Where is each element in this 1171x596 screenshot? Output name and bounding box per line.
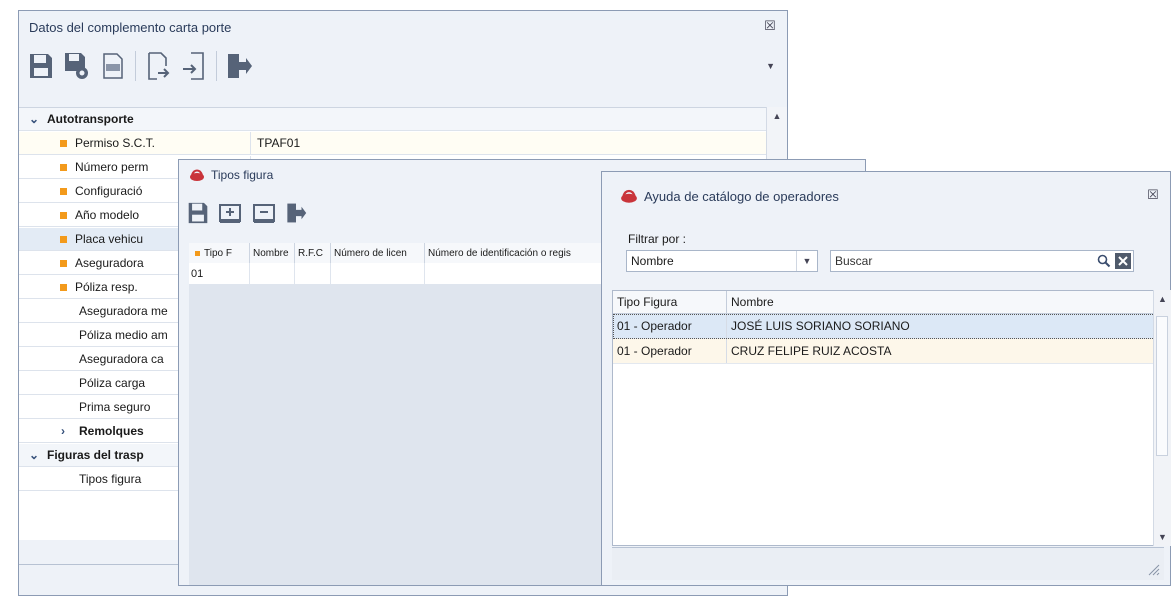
scroll-thumb[interactable] <box>1156 316 1168 456</box>
save-as-icon[interactable] <box>59 49 95 83</box>
filter-label: Filtrar por : <box>628 232 687 246</box>
column-header[interactable]: Nombre <box>250 243 295 263</box>
search-input[interactable]: Buscar <box>830 250 1134 272</box>
column-header[interactable]: Tipo F <box>189 243 250 263</box>
scroll-up-icon[interactable]: ▲ <box>767 111 787 121</box>
required-marker-icon <box>60 187 67 195</box>
filter-select[interactable]: Nombre ▼ <box>626 250 818 272</box>
required-marker-icon <box>195 250 200 256</box>
ayuda-title: Ayuda de catálogo de operadores <box>644 188 839 204</box>
exit-icon[interactable] <box>281 196 311 230</box>
chevron-down-icon[interactable]: ▼ <box>796 251 817 271</box>
operadores-scrollbar[interactable]: ▲ ▼ <box>1153 290 1171 546</box>
export-icon[interactable] <box>140 49 176 83</box>
ayuda-statusbar <box>612 547 1164 580</box>
exit-icon[interactable] <box>221 49 257 83</box>
save-icon[interactable] <box>23 49 59 83</box>
column-header[interactable]: Tipo Figura <box>613 291 727 313</box>
category-autotransporte[interactable]: ⌄ Autotransporte <box>19 108 769 131</box>
chevron-down-icon[interactable]: ⌄ <box>29 112 47 126</box>
required-marker-icon <box>60 283 67 291</box>
ayuda-titlebar: Ayuda de catálogo de operadores <box>602 172 1170 220</box>
tipos-figura-title: Tipos figura <box>211 168 274 182</box>
required-marker-icon <box>60 259 67 267</box>
toolbar-separator <box>135 51 136 81</box>
operadores-grid-header: Tipo Figura Nombre <box>613 291 1157 314</box>
scroll-down-icon[interactable]: ▼ <box>1154 532 1171 542</box>
table-row[interactable]: 01 - Operador JOSÉ LUIS SORIANO SORIANO <box>613 314 1157 339</box>
column-header[interactable]: Nombre <box>727 291 1157 313</box>
app-logo-icon <box>190 169 204 181</box>
scroll-up-icon[interactable]: ▲ <box>1154 294 1171 304</box>
import-icon[interactable] <box>176 49 212 83</box>
required-marker-icon <box>60 139 67 147</box>
chevron-down-icon[interactable]: ⌄ <box>29 448 47 462</box>
main-toolbar: ▼ <box>19 49 787 83</box>
prop-row[interactable]: Permiso S.C.T. TPAF01 <box>19 132 769 155</box>
toolbar-overflow-icon[interactable]: ▼ <box>766 61 775 71</box>
column-header[interactable]: Número de licen <box>331 243 425 263</box>
operadores-grid: Tipo Figura Nombre 01 - Operador JOSÉ LU… <box>612 290 1158 546</box>
search-icon[interactable] <box>1095 252 1113 270</box>
resize-grip-icon[interactable] <box>1146 562 1160 576</box>
remove-row-icon[interactable] <box>247 196 281 230</box>
close-icon[interactable]: ☒ <box>1146 188 1160 202</box>
column-header[interactable]: Número de identificación o regis <box>425 243 605 263</box>
save-icon[interactable] <box>183 196 213 230</box>
pdf-icon[interactable] <box>95 49 131 83</box>
column-header[interactable]: R.F.C <box>295 243 331 263</box>
app-logo-icon <box>621 189 637 203</box>
required-marker-icon <box>60 235 67 243</box>
chevron-right-icon[interactable]: › <box>61 424 79 438</box>
required-marker-icon <box>60 211 67 219</box>
table-row[interactable]: 01 - Operador CRUZ FELIPE RUIZ ACOSTA <box>613 339 1157 364</box>
required-marker-icon <box>60 163 67 171</box>
carta-porte-title: Datos del complemento carta porte <box>29 19 232 35</box>
close-icon[interactable]: ☒ <box>763 19 777 33</box>
ayuda-operadores-window: Ayuda de catálogo de operadores ☒ Filtra… <box>601 171 1171 586</box>
toolbar-separator <box>216 51 217 81</box>
clear-icon[interactable] <box>1114 252 1132 270</box>
add-row-icon[interactable] <box>213 196 247 230</box>
